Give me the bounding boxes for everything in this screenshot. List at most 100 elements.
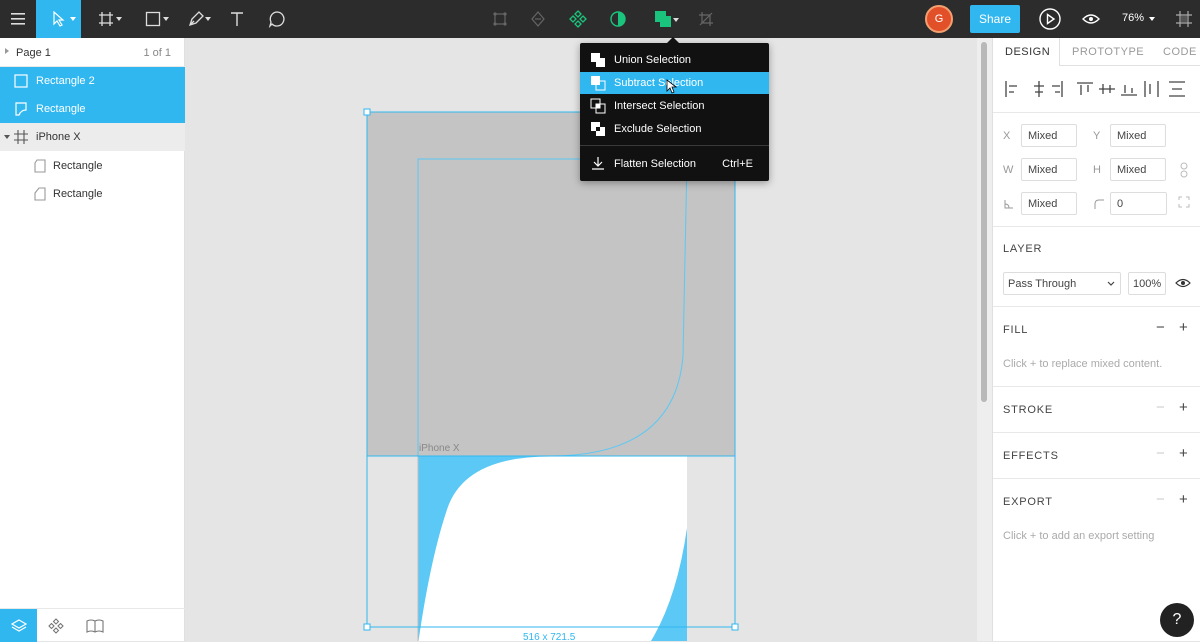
properties-panel: DESIGN PROTOTYPE CODE X Mixed Y Mixed W … <box>992 38 1200 641</box>
scrollbar-thumb[interactable] <box>981 42 987 402</box>
x-field[interactable]: Mixed <box>1021 124 1077 147</box>
corner-radius-field[interactable]: 0 <box>1110 192 1167 215</box>
move-tool-button[interactable] <box>36 0 81 38</box>
text-tool-button[interactable] <box>222 0 252 38</box>
toolbar: G Share 76% <box>0 0 1200 38</box>
intersect-icon <box>590 98 606 114</box>
figma-frame-icon <box>1176 11 1192 27</box>
plugin-button[interactable] <box>1172 0 1196 38</box>
frame-tool-button[interactable] <box>86 0 126 38</box>
component-diamonds-icon <box>569 10 587 28</box>
effects-section-title: EFFECTS <box>1003 450 1059 462</box>
tab-components[interactable] <box>37 609 74 642</box>
remove-fill-button[interactable]: − <box>1156 319 1165 336</box>
menu-item-label: Flatten Selection <box>614 158 696 170</box>
independent-corners-icon[interactable] <box>1178 196 1190 208</box>
height-field[interactable]: Mixed <box>1110 158 1166 181</box>
menu-item-subtract[interactable]: Subtract Selection <box>580 72 769 94</box>
resize-handle[interactable] <box>363 623 371 631</box>
menu-item-exclude[interactable]: Exclude Selection <box>580 118 769 140</box>
layer-item[interactable]: Rectangle <box>0 180 185 208</box>
add-stroke-button[interactable]: + <box>1179 399 1188 416</box>
shape-tool-button[interactable] <box>132 0 174 38</box>
tab-design[interactable]: DESIGN <box>1005 38 1050 66</box>
zoom-level[interactable]: 76% <box>1122 12 1144 24</box>
present-button[interactable] <box>1036 0 1064 38</box>
help-button[interactable]: ? <box>1160 603 1194 637</box>
chevron-down-icon <box>116 17 122 21</box>
chevron-down-icon <box>205 17 211 21</box>
resize-handle[interactable] <box>363 108 371 116</box>
frame-label[interactable]: iPhone X <box>419 443 460 454</box>
share-button[interactable]: Share <box>970 5 1020 33</box>
text-icon <box>231 12 243 26</box>
remove-stroke-button: − <box>1156 399 1165 416</box>
layers-icon <box>10 618 27 632</box>
menu-pointer <box>667 37 679 43</box>
menu-button[interactable] <box>0 0 36 38</box>
create-component-button[interactable] <box>564 0 592 38</box>
layer-section-title: LAYER <box>1003 243 1043 255</box>
resize-handle[interactable] <box>731 623 739 631</box>
blend-mode-select[interactable]: Pass Through <box>1003 272 1121 295</box>
y-label: Y <box>1093 130 1101 142</box>
frame-hash-icon <box>99 12 113 26</box>
frame-icon <box>14 130 28 144</box>
add-effect-button[interactable]: + <box>1179 445 1188 462</box>
chevron-down-icon <box>1149 17 1155 21</box>
width-field[interactable]: Mixed <box>1021 158 1077 181</box>
page-selector[interactable]: Page 1 1 of 1 <box>0 38 185 67</box>
reset-instance-button[interactable] <box>524 0 552 38</box>
tabs-underline <box>1060 65 1200 66</box>
chevron-right-icon <box>5 48 9 54</box>
add-fill-button[interactable]: + <box>1179 319 1188 336</box>
constrain-proportions-icon[interactable] <box>1179 162 1189 178</box>
layer-item[interactable]: iPhone X <box>0 123 185 151</box>
layer-item[interactable]: Rectangle <box>0 95 185 123</box>
component-tool-button[interactable] <box>486 0 514 38</box>
tab-library[interactable] <box>76 609 113 642</box>
eye-icon[interactable] <box>1175 277 1191 289</box>
components-icon <box>47 617 64 634</box>
h-label: H <box>1093 164 1101 176</box>
layer-item[interactable]: Rectangle <box>0 152 185 180</box>
reset-arrow-icon <box>531 11 545 27</box>
comment-tool-button[interactable] <box>262 0 292 38</box>
chevron-down-icon <box>70 17 76 21</box>
view-settings-button[interactable] <box>1078 0 1104 38</box>
tab-layers[interactable] <box>0 609 37 642</box>
left-panel-tabs <box>0 608 185 642</box>
menu-item-label: Exclude Selection <box>614 123 702 135</box>
menu-divider <box>580 145 769 146</box>
canvas-scrollbar[interactable] <box>977 38 992 641</box>
pen-icon <box>188 11 204 27</box>
rectangle-icon <box>145 11 161 27</box>
menu-item-flatten[interactable]: Flatten Selection Ctrl+E <box>580 153 769 175</box>
crop-button[interactable] <box>692 0 720 38</box>
opacity-field[interactable]: 100% <box>1128 272 1166 295</box>
rotation-field[interactable]: Mixed <box>1021 192 1077 215</box>
layer-label: Rectangle 2 <box>36 75 95 87</box>
layer-label: Rectangle <box>53 188 103 200</box>
mask-button[interactable] <box>604 0 632 38</box>
layer-label: iPhone X <box>36 131 81 143</box>
tab-code[interactable]: CODE <box>1163 38 1197 66</box>
alignment-toolbar[interactable] <box>1003 79 1199 99</box>
layer-item[interactable]: Rectangle 2 <box>0 67 185 95</box>
menu-item-union[interactable]: Union Selection <box>580 49 769 71</box>
chevron-down-icon <box>1107 281 1115 286</box>
add-export-button[interactable]: + <box>1179 491 1188 508</box>
export-hint: Click + to add an export setting <box>1003 530 1155 542</box>
crop-icon <box>699 12 713 26</box>
section-divider <box>993 386 1200 387</box>
y-field[interactable]: Mixed <box>1110 124 1166 147</box>
boolean-squares-icon <box>655 11 671 27</box>
tab-prototype[interactable]: PROTOTYPE <box>1072 38 1144 66</box>
mask-circle-icon <box>610 11 626 27</box>
pen-tool-button[interactable] <box>178 0 214 38</box>
avatar[interactable]: G <box>925 5 953 33</box>
menu-item-intersect[interactable]: Intersect Selection <box>580 95 769 117</box>
boolean-operations-button[interactable] <box>643 0 683 38</box>
comment-bubble-icon <box>268 11 285 28</box>
rotation-icon <box>1004 200 1013 209</box>
